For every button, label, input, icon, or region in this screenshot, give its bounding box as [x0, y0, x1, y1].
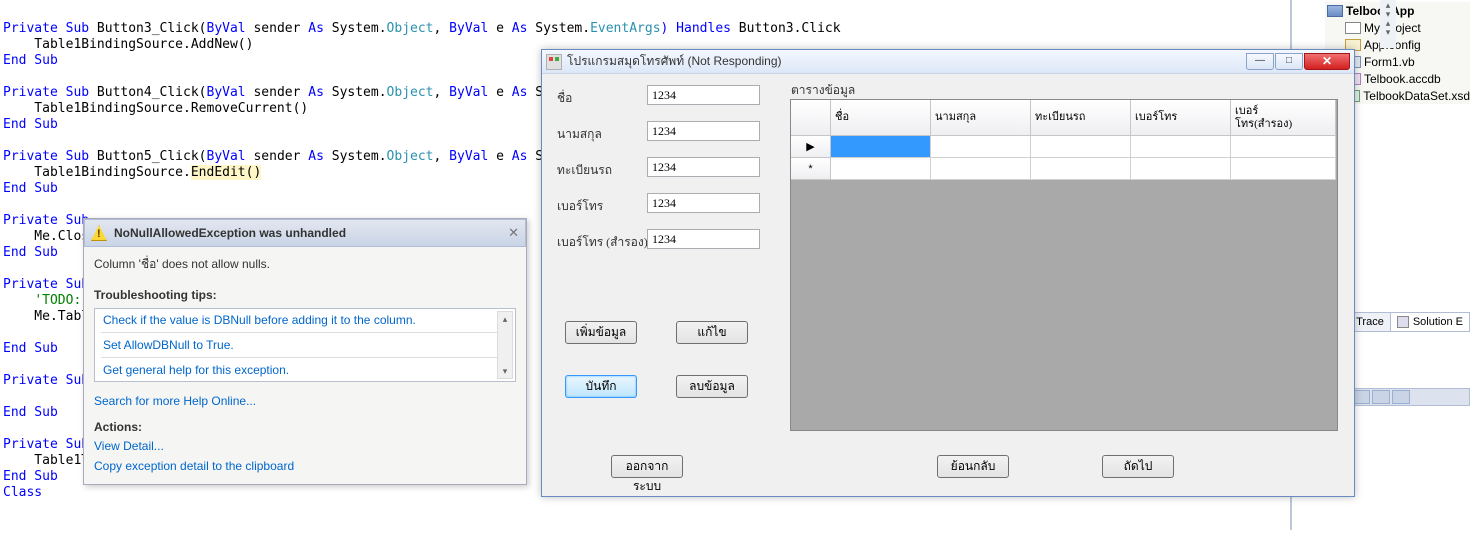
- window-title: โปรแกรมสมุดโทรศัพท์ (Not Responding): [567, 52, 1246, 71]
- grid-cell[interactable]: [831, 136, 931, 158]
- new-row-indicator[interactable]: *: [791, 158, 831, 180]
- input-tel2[interactable]: [647, 229, 760, 249]
- column-header[interactable]: เบอร์ โทร(สำรอง): [1231, 100, 1336, 136]
- grid-cell[interactable]: [831, 158, 931, 180]
- column-header[interactable]: เบอร์โทร: [1131, 100, 1231, 136]
- solution-explorer-icon: [1397, 316, 1409, 328]
- minimize-button[interactable]: —: [1246, 53, 1274, 70]
- datagrid[interactable]: ชื่อ นามสกุล ทะเบียนรถ เบอร์โทร เบอร์ โท…: [790, 99, 1338, 431]
- column-header[interactable]: นามสกุล: [931, 100, 1031, 136]
- prev-button[interactable]: ย้อนกลับ: [937, 455, 1009, 478]
- input-surname[interactable]: [647, 121, 760, 141]
- actions-heading: Actions:: [84, 410, 526, 436]
- grid-label: ตารางข้อมูล: [791, 81, 855, 100]
- tip-link[interactable]: Check if the value is DBNull before addi…: [95, 309, 515, 331]
- exception-assistant: NoNullAllowedException was unhandled ✕ C…: [83, 218, 527, 485]
- tip-link[interactable]: Set AllowDBNull to True.: [95, 334, 515, 356]
- toolbar-strip[interactable]: [1350, 388, 1470, 406]
- folder-icon: [1345, 22, 1361, 34]
- row-header-corner[interactable]: [791, 100, 831, 136]
- exception-message: Column 'ชื่อ' does not allow nulls.: [84, 247, 526, 284]
- grid-cell[interactable]: [1031, 136, 1131, 158]
- grid-cell[interactable]: [931, 158, 1031, 180]
- row-indicator[interactable]: ▶: [791, 136, 831, 158]
- exit-button[interactable]: ออกจากระบบ: [611, 455, 683, 478]
- input-name[interactable]: [647, 85, 760, 105]
- label-name: ชื่อ: [557, 89, 572, 108]
- input-tel[interactable]: [647, 193, 760, 213]
- input-plate[interactable]: [647, 157, 760, 177]
- tips-list: Check if the value is DBNull before addi…: [94, 308, 516, 382]
- exception-title: NoNullAllowedException was unhandled: [114, 226, 508, 240]
- editor-split-button[interactable]: ▴▾▴▾: [1380, 0, 1396, 48]
- solution-item[interactable]: My Project: [1325, 19, 1470, 36]
- tab-solution-explorer[interactable]: Solution E: [1390, 312, 1470, 332]
- column-header[interactable]: ทะเบียนรถ: [1031, 100, 1131, 136]
- delete-button[interactable]: ลบข้อมูล: [676, 375, 748, 398]
- tip-link[interactable]: Get general help for this exception.: [95, 359, 515, 381]
- next-button[interactable]: ถัดไป: [1102, 455, 1174, 478]
- grid-cell[interactable]: [1231, 136, 1336, 158]
- datagrid-row[interactable]: ▶: [791, 136, 1337, 158]
- edit-button[interactable]: แก้ไข: [676, 321, 748, 344]
- tips-scrollbar[interactable]: ▴▾: [497, 311, 513, 379]
- grid-cell[interactable]: [1131, 136, 1231, 158]
- close-button[interactable]: ✕: [1304, 53, 1350, 70]
- grid-cell[interactable]: [1131, 158, 1231, 180]
- datagrid-new-row[interactable]: *: [791, 158, 1337, 180]
- exception-header: NoNullAllowedException was unhandled ✕: [84, 219, 526, 247]
- grid-cell[interactable]: [1031, 158, 1131, 180]
- label-plate: ทะเบียนรถ: [557, 161, 612, 180]
- search-help-link[interactable]: Search for more Help Online...: [84, 390, 526, 410]
- tips-heading: Troubleshooting tips:: [84, 284, 526, 306]
- copy-exception-link[interactable]: Copy exception detail to the clipboard: [84, 456, 526, 476]
- save-button[interactable]: บันทึก: [565, 375, 637, 398]
- add-button[interactable]: เพิ่มข้อมูล: [565, 321, 637, 344]
- view-detail-link[interactable]: View Detail...: [84, 436, 526, 456]
- label-tel: เบอร์โทร: [557, 197, 603, 216]
- vb-project-icon: [1327, 5, 1343, 17]
- close-icon[interactable]: ✕: [508, 225, 519, 241]
- project-node[interactable]: TelbookApp: [1325, 2, 1470, 19]
- titlebar[interactable]: โปรแกรมสมุดโทรศัพท์ (Not Responding) — □…: [542, 50, 1354, 74]
- label-tel2: เบอร์โทร (สำรอง): [557, 233, 648, 252]
- grid-cell[interactable]: [1231, 158, 1336, 180]
- grid-cell[interactable]: [931, 136, 1031, 158]
- warning-icon: [91, 225, 107, 241]
- column-header[interactable]: ชื่อ: [831, 100, 931, 136]
- datagrid-header-row: ชื่อ นามสกุล ทะเบียนรถ เบอร์โทร เบอร์ โท…: [791, 100, 1337, 136]
- app-window: โปรแกรมสมุดโทรศัพท์ (Not Responding) — □…: [541, 49, 1355, 497]
- app-icon: [546, 54, 562, 70]
- maximize-button[interactable]: □: [1275, 53, 1303, 70]
- label-surname: นามสกุล: [557, 125, 602, 144]
